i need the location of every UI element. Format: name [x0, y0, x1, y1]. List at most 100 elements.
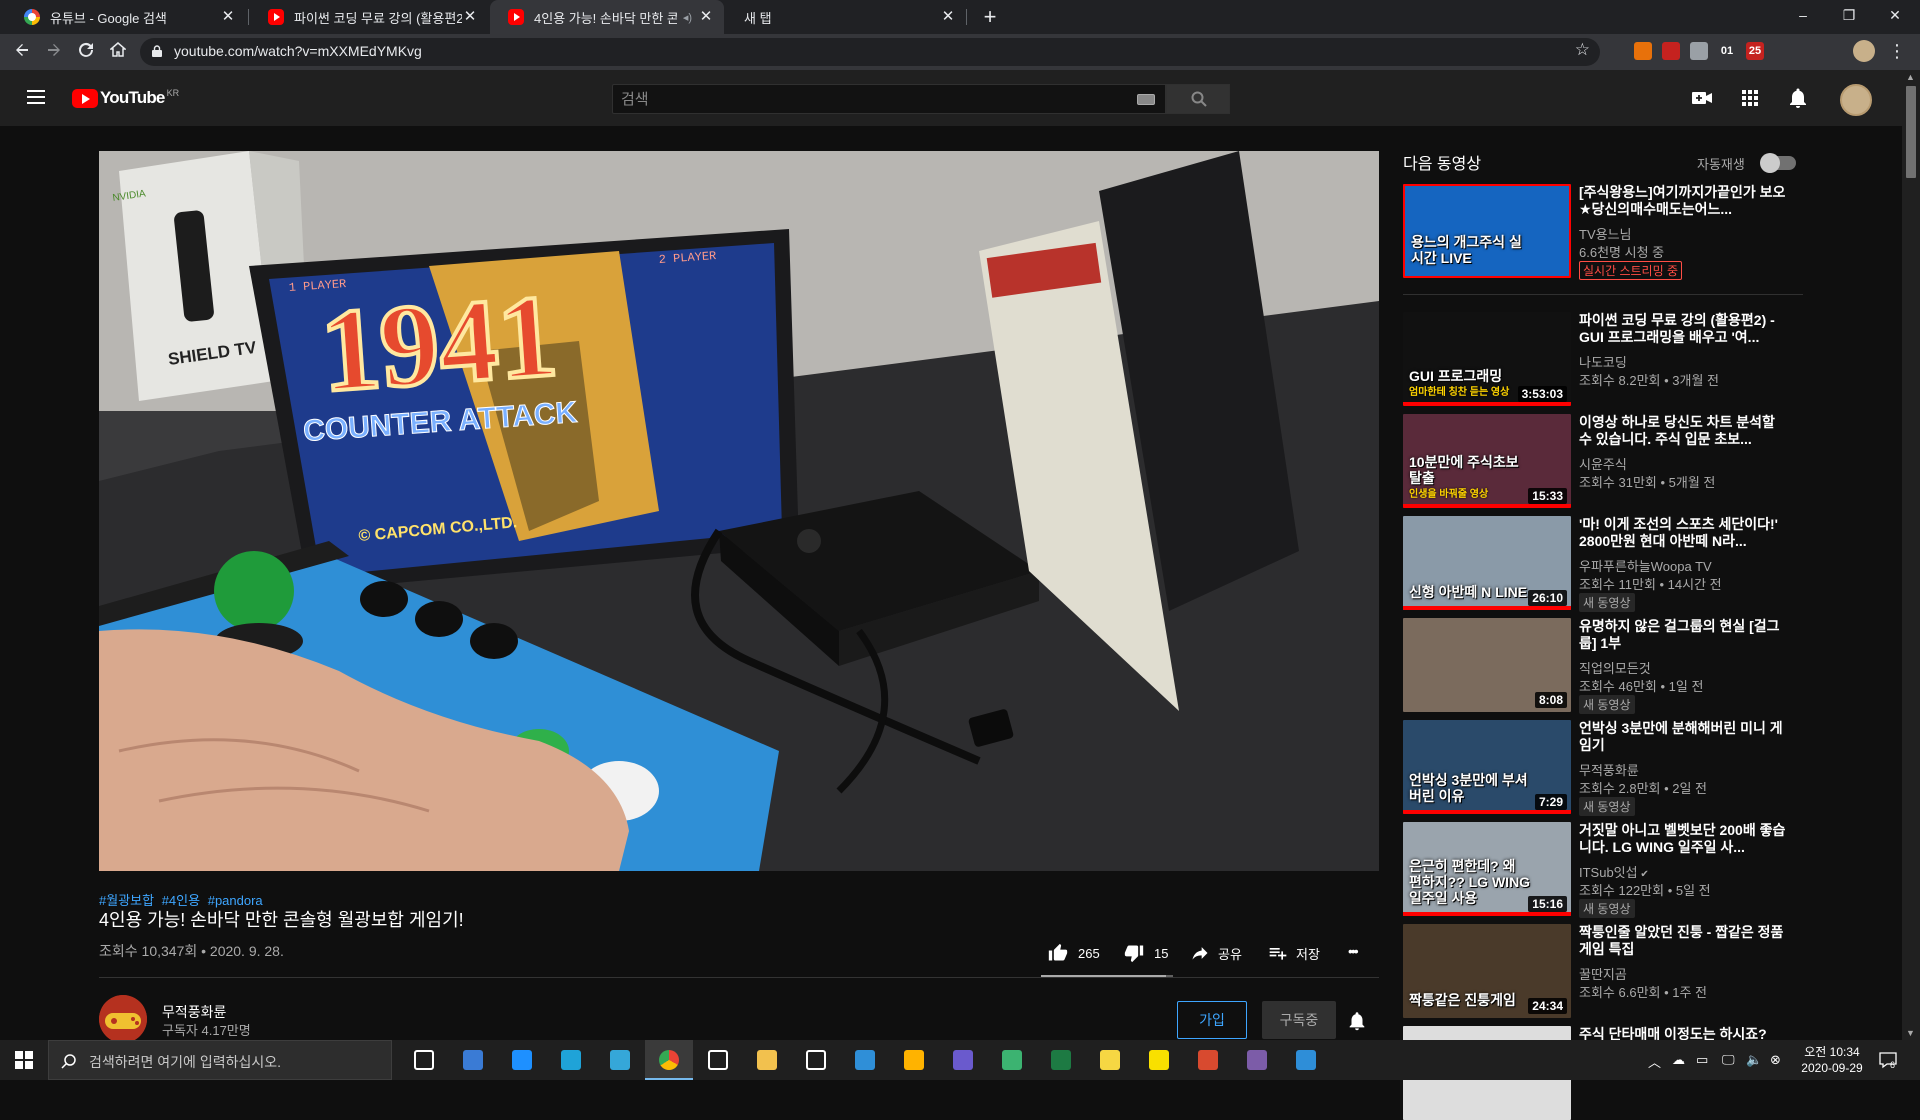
recommended-video[interactable]: 신형 아반떼 N LINE 26:10 '마! 이게 조선의 스포츠 세단이다!' … — [1403, 516, 1803, 612]
task-view-taskbar-button[interactable] — [400, 1040, 448, 1080]
start-button[interactable] — [0, 1040, 48, 1080]
restore-button[interactable]: ❐ — [1826, 0, 1872, 30]
mail-taskbar-button[interactable] — [841, 1040, 889, 1080]
recommended-channel-name[interactable]: 나도코딩 — [1579, 352, 1627, 371]
video-player[interactable]: SHIELD TV NVIDIA 1941 COUNTER ATTACK © C… — [99, 151, 1379, 871]
channel-name[interactable]: 무적풍화륜 — [162, 1002, 226, 1022]
chrome-taskbar-button[interactable] — [645, 1040, 693, 1080]
game-app-taskbar-button[interactable] — [1233, 1040, 1281, 1080]
channel-avatar[interactable] — [99, 995, 147, 1043]
internet-explorer-taskbar-button[interactable] — [498, 1040, 546, 1080]
recommended-video[interactable]: 용느의 개그주식 실시간 LIVE [주식왕용느]여기까지가끝인가 보오★당신의매… — [1403, 184, 1803, 280]
tab-close-icon[interactable]: ✕ — [220, 9, 236, 25]
edge-dev-taskbar-button[interactable] — [449, 1040, 497, 1080]
recommended-video-title[interactable]: '마! 이게 조선의 스포츠 세단이다!' 2800만원 현대 아반떼 N라..… — [1579, 516, 1791, 550]
profile-avatar[interactable] — [1853, 40, 1875, 62]
excel-taskbar-button[interactable] — [1037, 1040, 1085, 1080]
tab-new-tab[interactable]: 새 탭 ✕ — [726, 0, 966, 34]
recommended-video-title[interactable]: 이영상 하나로 당신도 차트 분석할 수 있습니다. 주식 입문 초보... — [1579, 414, 1791, 448]
youtube-logo[interactable]: YouTube KR — [72, 88, 179, 108]
settings-taskbar-button[interactable] — [694, 1040, 742, 1080]
forward-button[interactable] — [40, 38, 68, 66]
action-center-icon[interactable]: 6 — [1878, 1050, 1898, 1070]
apps-grid-icon[interactable] — [1738, 86, 1762, 110]
kakaotalk-taskbar-button[interactable] — [1135, 1040, 1183, 1080]
close-window-button[interactable]: ✕ — [1872, 0, 1918, 30]
video-thumbnail[interactable]: 신형 아반떼 N LINE 26:10 — [1403, 516, 1571, 610]
chrome-menu-icon[interactable]: ⋮ — [1888, 40, 1906, 62]
audio-playing-icon[interactable]: ◂) — [683, 11, 692, 24]
onedrive-icon[interactable]: ☁ — [1672, 1052, 1685, 1068]
home-button[interactable] — [104, 38, 132, 66]
printer-extension-icon[interactable] — [1690, 42, 1708, 60]
vscode-taskbar-button[interactable] — [1282, 1040, 1330, 1080]
join-button[interactable]: 가입 — [1177, 1001, 1247, 1039]
recommended-channel-name[interactable]: 시윤주식 — [1579, 454, 1627, 473]
notifications-bell-icon[interactable] — [1786, 86, 1810, 110]
video-thumbnail[interactable]: 10분만에 주식초보탈출 인생을 바꿔줄 영상 15:33 — [1403, 414, 1571, 508]
store-taskbar-button[interactable] — [792, 1040, 840, 1080]
video-thumbnail[interactable]: 짝퉁같은 진퉁게임 24:34 — [1403, 924, 1571, 1018]
volume-icon[interactable]: 🔈 — [1746, 1052, 1762, 1068]
recommended-video-title[interactable]: 유명하지 않은 걸그룹의 현실 [걸그룹] 1부 — [1579, 618, 1791, 652]
scroll-down-icon[interactable]: ▼ — [1906, 1028, 1915, 1038]
tab-close-icon[interactable]: ✕ — [462, 9, 478, 25]
more-actions-button[interactable]: ••• — [1348, 943, 1359, 959]
scrollbar-thumb[interactable] — [1906, 86, 1916, 178]
subscribed-button[interactable]: 구독중 — [1262, 1001, 1336, 1039]
network-icon[interactable]: 🖵 — [1722, 1052, 1735, 1068]
recommended-video[interactable]: 8:08 유명하지 않은 걸그룹의 현실 [걸그룹] 1부 직업의모든것 조회수 46… — [1403, 618, 1803, 714]
recommended-video[interactable]: 언박싱 3분만에 부셔버린 이유 7:29 언박싱 3분만에 분해해버린 미니 게임… — [1403, 720, 1803, 816]
puzzle-extension-icon[interactable] — [1774, 42, 1792, 60]
reading-list-icon[interactable] — [1802, 42, 1820, 60]
recommended-channel-name[interactable]: 우파푸른하늘Woopa TV — [1579, 556, 1712, 575]
scroll-up-icon[interactable]: ▲ — [1906, 72, 1915, 82]
ime-icon[interactable]: ⊗ — [1770, 1052, 1781, 1068]
keyboard-icon[interactable] — [1137, 94, 1155, 105]
tab-python-course[interactable]: 파이썬 코딩 무료 강의 (활용편2) - G ✕ — [250, 0, 488, 34]
bookmark-star-icon[interactable]: ☆ — [1575, 40, 1590, 60]
taskbar-search-box[interactable]: 검색하려면 여기에 입력하십시오. — [48, 1040, 392, 1080]
battery-icon[interactable]: ▭ — [1696, 1052, 1708, 1068]
teal-app-taskbar-button[interactable] — [988, 1040, 1036, 1080]
new-tab-button[interactable]: + — [976, 3, 1004, 31]
system-clock[interactable]: 오전 10:34 2020-09-29 — [1792, 1044, 1872, 1076]
recommended-video-title[interactable]: 거짓말 아니고 벨벳보단 200배 좋습니다. LG WING 일주일 사... — [1579, 822, 1791, 856]
tab-close-icon[interactable]: ✕ — [940, 9, 956, 25]
recommended-channel-name[interactable]: 무적풍화륜 — [1579, 760, 1639, 779]
tab-close-icon[interactable]: ✕ — [698, 9, 714, 25]
tab-google-search[interactable]: 유튜브 - Google 검색 ✕ — [6, 0, 246, 34]
recommended-video[interactable]: 은근히 편한데? 왜 편하지?? LG WING 일주일 사용 15:16 거짓말 … — [1403, 822, 1803, 918]
like-button[interactable]: 265 — [1048, 943, 1100, 963]
tangerine-app-taskbar-button[interactable] — [890, 1040, 938, 1080]
page-scrollbar[interactable] — [1902, 70, 1920, 1040]
orange-extension-icon[interactable] — [1634, 42, 1652, 60]
share-button[interactable]: 공유 — [1190, 943, 1242, 963]
video-thumbnail[interactable]: 은근히 편한데? 왜 편하지?? LG WING 일주일 사용 15:16 — [1403, 822, 1571, 916]
channel-bell-icon[interactable] — [1346, 1010, 1368, 1032]
minimize-button[interactable]: – — [1780, 0, 1826, 30]
recommended-channel-name[interactable]: ITSub잇섭 ✔ — [1579, 862, 1649, 881]
recommended-channel-name[interactable]: 직업의모든것 — [1579, 658, 1651, 677]
edge-taskbar-button[interactable] — [547, 1040, 595, 1080]
recommended-video[interactable]: 10분만에 주식초보탈출 인생을 바꿔줄 영상 15:33 이영상 하나로 당신도 차… — [1403, 414, 1803, 508]
back-button[interactable] — [8, 38, 36, 66]
address-bar[interactable]: youtube.com/watch?v=mXXMEdYMKvg ☆ — [140, 38, 1600, 66]
account-avatar[interactable] — [1840, 84, 1872, 116]
pdf-extension-icon[interactable] — [1662, 42, 1680, 60]
recommended-channel-name[interactable]: TV용느님 — [1579, 224, 1632, 243]
adblock-extension-icon[interactable]: 25 — [1746, 42, 1764, 60]
eclipse-taskbar-button[interactable] — [939, 1040, 987, 1080]
video-thumbnail[interactable]: 8:08 — [1403, 618, 1571, 712]
counter-extension-icon[interactable]: 01 — [1718, 42, 1736, 60]
search-button[interactable] — [1166, 84, 1230, 114]
search-input[interactable] — [613, 85, 1165, 113]
tray-overflow-icon[interactable]: ︿ — [1648, 1052, 1661, 1071]
guide-menu-icon[interactable] — [24, 86, 48, 110]
save-button[interactable]: 저장 — [1268, 943, 1320, 963]
recommended-video-title[interactable]: 언박싱 3분만에 분해해버린 미니 게임기 — [1579, 720, 1791, 754]
dislike-button[interactable]: 15 — [1124, 943, 1168, 963]
create-video-icon[interactable] — [1690, 86, 1714, 110]
recommended-video[interactable]: GUI 프로그래밍 엄마한테 칭찬 듣는 영상 3:53:03 파이썬 코딩 무료 강… — [1403, 312, 1803, 406]
recommended-video-title[interactable]: [주식왕용느]여기까지가끝인가 보오★당신의매수매도는어느... — [1579, 184, 1791, 218]
